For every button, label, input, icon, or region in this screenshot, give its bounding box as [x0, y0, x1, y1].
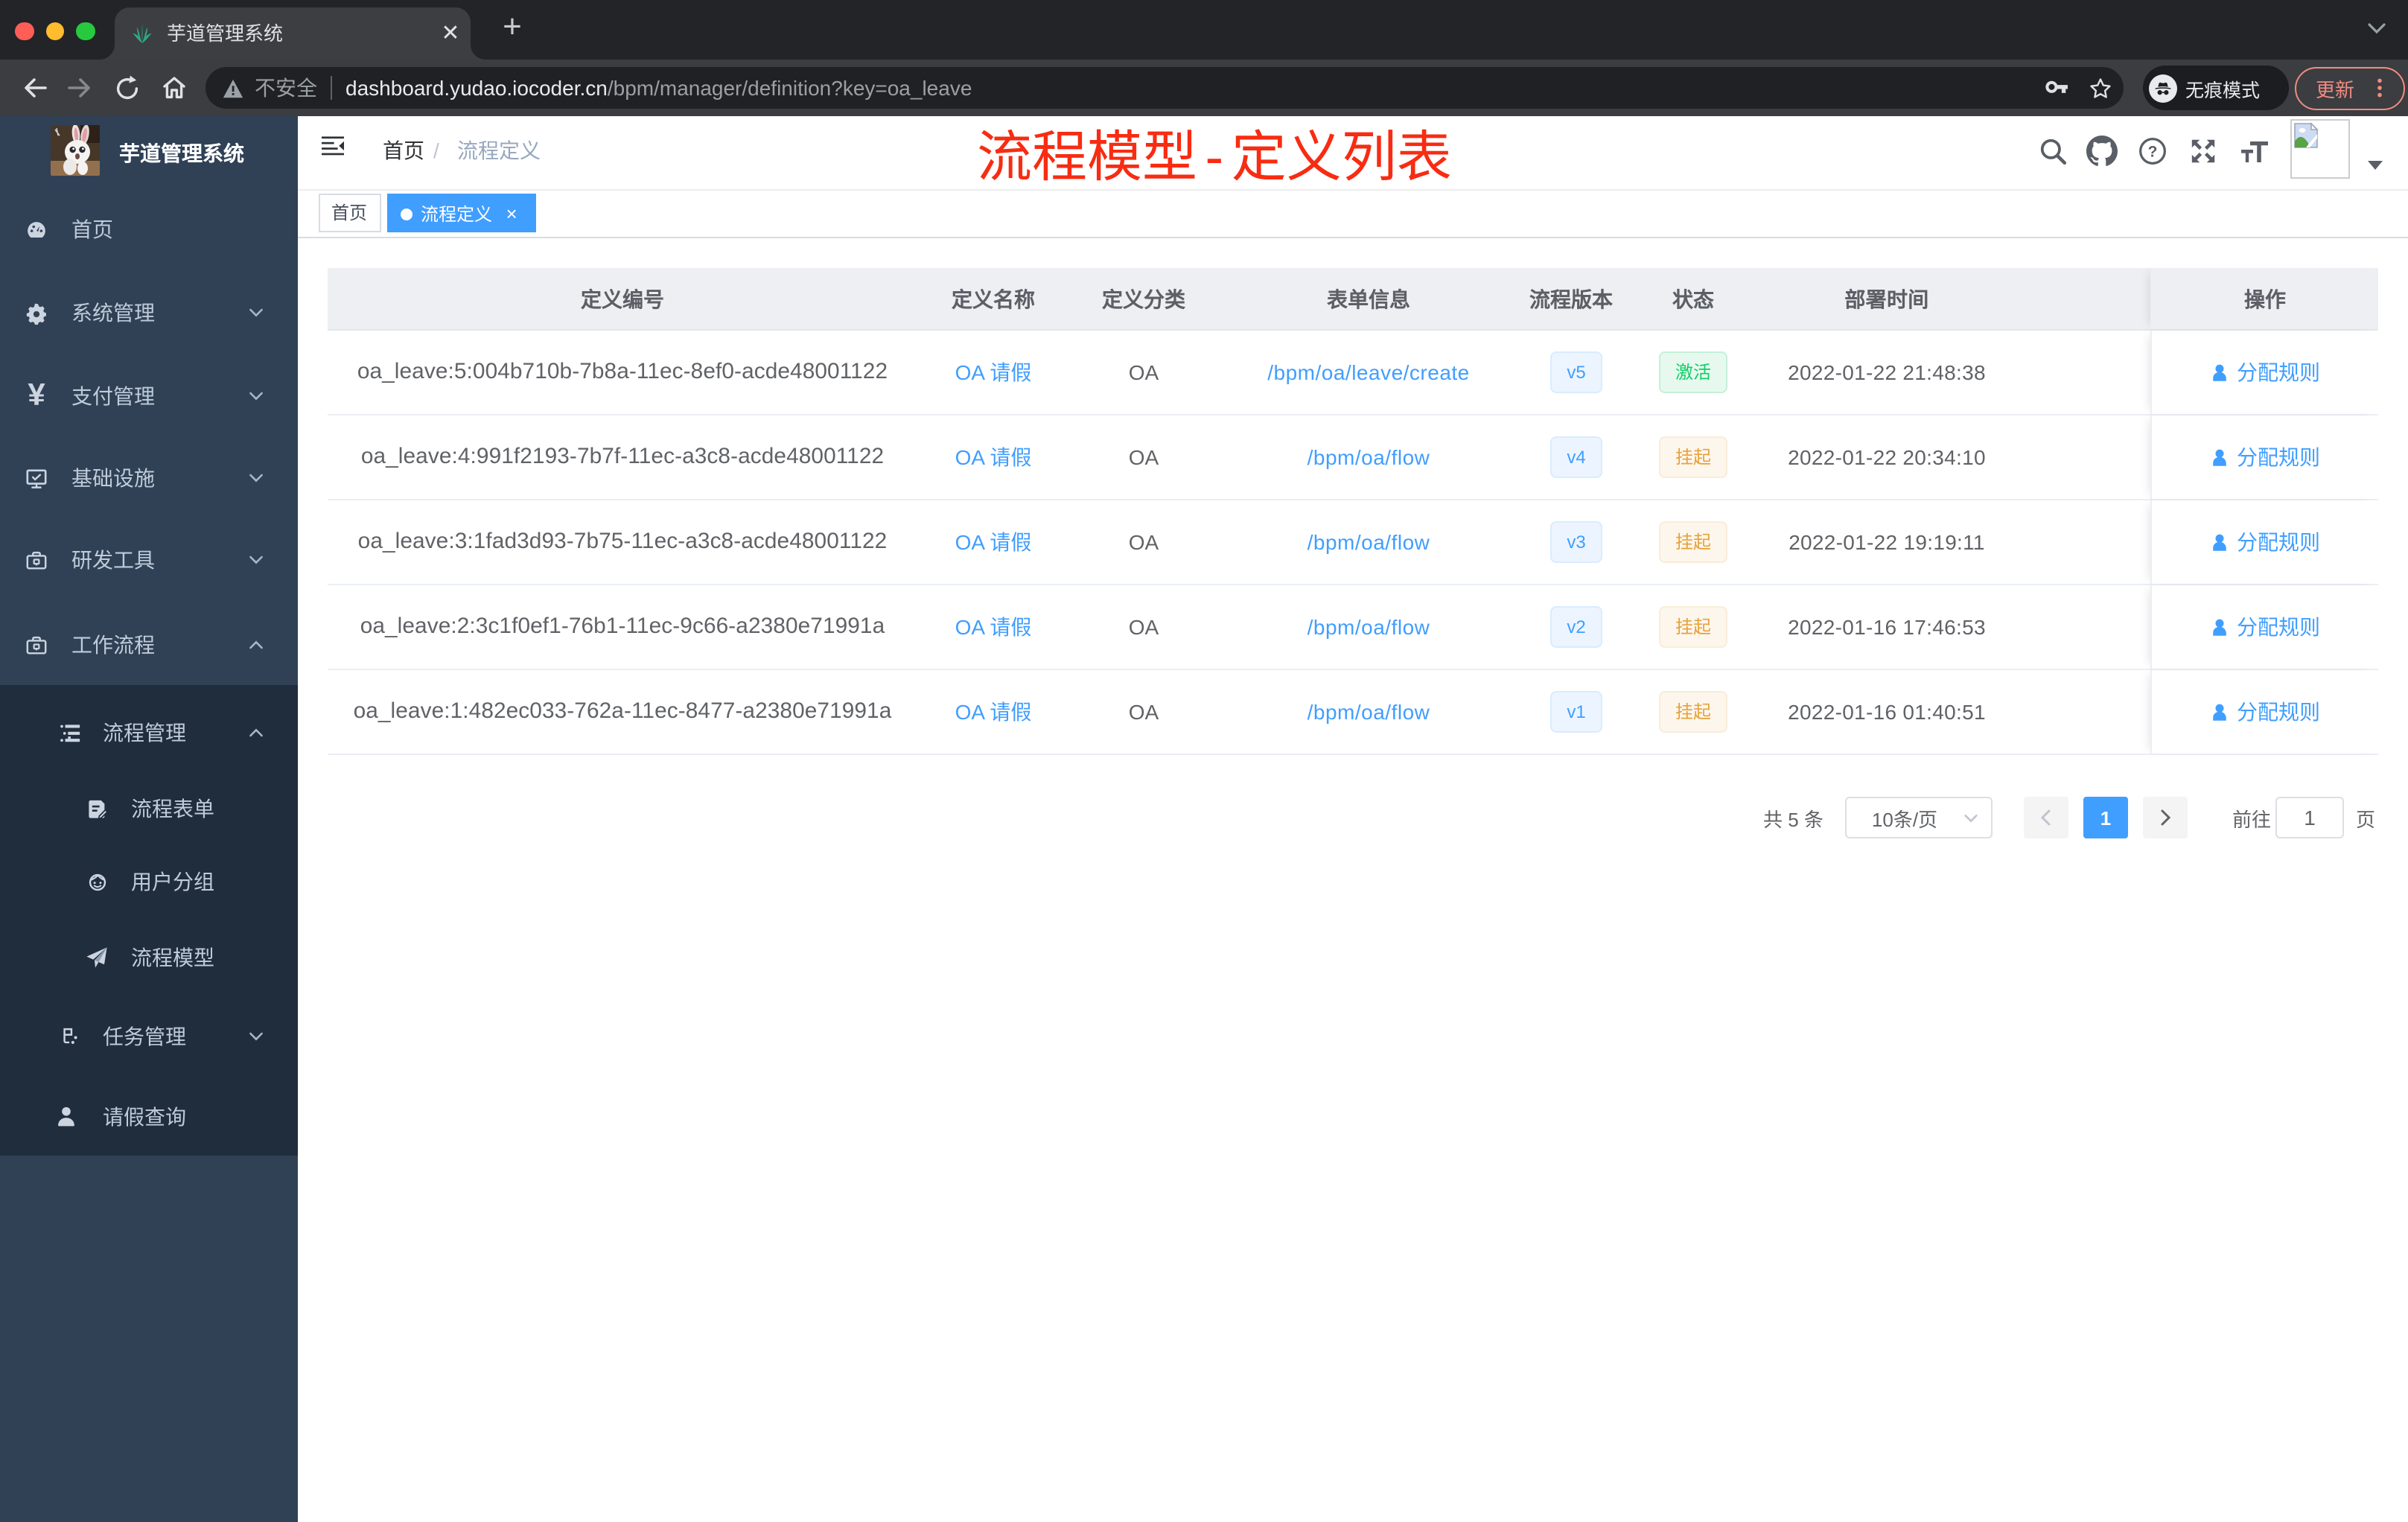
svg-text:?: ? — [2147, 143, 2157, 160]
